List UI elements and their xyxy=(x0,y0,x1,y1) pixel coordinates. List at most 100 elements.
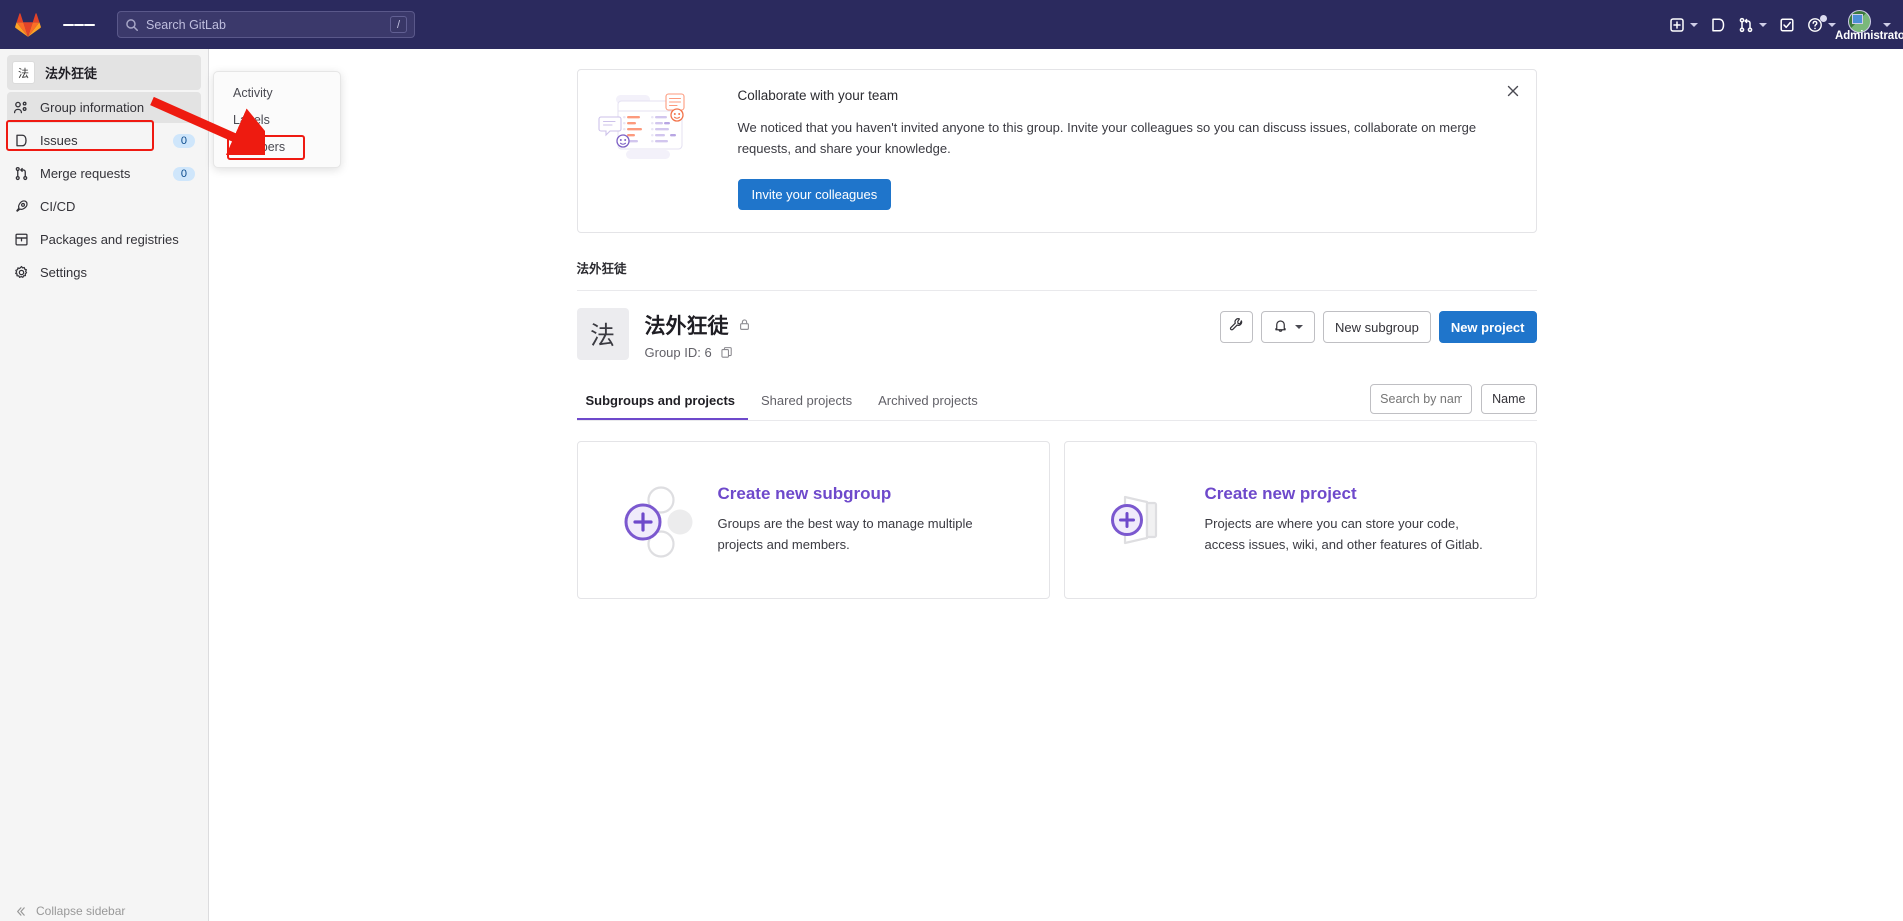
avatar: Administrato xyxy=(1835,9,1903,42)
flyout-item-members[interactable]: Members xyxy=(214,133,340,160)
breadcrumb[interactable]: 法外狂徒 xyxy=(577,258,1537,290)
close-icon[interactable] xyxy=(1504,82,1522,100)
sidebar-item-label: Merge requests xyxy=(40,166,131,181)
flyout-item-labels[interactable]: Labels xyxy=(214,106,340,133)
wrench-icon xyxy=(1229,318,1244,336)
chevron-down-icon xyxy=(1828,22,1836,27)
chevron-down-icon xyxy=(1759,22,1767,27)
tab-shared-projects[interactable]: Shared projects xyxy=(748,385,865,419)
collapse-sidebar-button[interactable]: Collapse sidebar xyxy=(0,903,208,919)
help-notification-badge xyxy=(1820,14,1827,22)
issues-count-badge: 0 xyxy=(172,133,195,148)
empty-state-cards: Create new subgroup Groups are the best … xyxy=(576,441,1537,600)
create-new-subgroup-card[interactable]: Create new subgroup Groups are the best … xyxy=(576,441,1050,600)
merge-requests-count-badge: 0 xyxy=(172,166,195,181)
page-title: 法外狂徒 xyxy=(644,315,729,339)
tab-subgroups-and-projects[interactable]: Subgroups and projects xyxy=(576,385,749,421)
sidebar-item-issues[interactable]: Issues 0 xyxy=(7,125,201,156)
rocket-icon xyxy=(13,199,29,215)
group-header-actions: New subgroup New project xyxy=(1219,308,1537,344)
card-title: Create new subgroup xyxy=(717,484,892,504)
main-content-area: Collaborate with your team We noticed th… xyxy=(210,49,1903,921)
group-info-icon xyxy=(13,100,29,116)
sort-label: Name xyxy=(1492,392,1526,407)
sidebar-item-group-information[interactable]: Group information xyxy=(7,92,201,123)
chevron-double-left-icon xyxy=(14,905,27,918)
todos-nav[interactable] xyxy=(1774,8,1800,42)
sidebar-item-label: Settings xyxy=(40,265,87,280)
flyout-item-label: Members xyxy=(233,139,286,154)
user-name-label: Administrato xyxy=(1835,29,1903,42)
group-title-row: 法外狂徒 xyxy=(645,310,752,340)
invite-colleagues-button[interactable]: Invite your colleagues xyxy=(737,179,892,211)
sidebar-item-ci-cd[interactable]: CI/CD xyxy=(7,191,201,222)
card-title: Create new project xyxy=(1204,484,1357,504)
group-avatar: 法 xyxy=(576,308,629,361)
sidebar-item-merge-requests[interactable]: Merge requests 0 xyxy=(7,158,201,189)
banner-body: Collaborate with your team We noticed th… xyxy=(737,88,1516,211)
banner-title: Collaborate with your team xyxy=(737,88,899,103)
sidebar-item-label: CI/CD xyxy=(40,199,76,214)
sidebar-item-label: Group information xyxy=(40,100,145,115)
chevron-down-icon xyxy=(1883,22,1891,27)
chevron-down-icon xyxy=(1690,22,1698,27)
new-subgroup-button[interactable]: New subgroup xyxy=(1322,311,1431,344)
lock-icon xyxy=(738,318,752,332)
create-new-menu[interactable] xyxy=(1664,8,1703,42)
sidebar-group-header[interactable]: 法 法外狂徒 xyxy=(7,55,201,90)
flyout-item-activity[interactable]: Activity xyxy=(214,79,340,106)
card-body: Create new project Projects are where yo… xyxy=(1205,484,1502,556)
search-by-name-input[interactable] xyxy=(1370,384,1473,415)
package-icon xyxy=(13,232,29,248)
group-id-row: Group ID: 6 xyxy=(645,345,752,360)
sort-dropdown[interactable]: Name xyxy=(1481,384,1537,415)
search-shortcut-key: / xyxy=(390,16,407,33)
group-information-flyout-menu: Activity Labels Members xyxy=(213,71,341,168)
notification-settings-dropdown[interactable] xyxy=(1260,311,1315,344)
card-description: Groups are the best way to manage multip… xyxy=(717,516,973,553)
user-menu[interactable]: Administrato xyxy=(1835,8,1903,42)
group-header-info: 法外狂徒 Group ID: 6 xyxy=(645,308,752,360)
card-description: Projects are where you can store your co… xyxy=(1204,516,1483,553)
top-navigation-bar: Search GitLab / Administrato xyxy=(0,0,1903,49)
collapse-sidebar-label: Collapse sidebar xyxy=(36,904,126,918)
group-id-label: Group ID: 6 xyxy=(644,345,712,361)
card-body: Create new subgroup Groups are the best … xyxy=(718,484,1015,556)
chevron-down-icon xyxy=(1294,325,1303,330)
subgroup-nodes-plus-illustration xyxy=(612,481,704,559)
tab-label: Shared projects xyxy=(761,393,853,409)
merge-request-icon xyxy=(13,166,29,182)
top-nav-actions: Administrato xyxy=(1663,0,1903,49)
tab-label: Subgroups and projects xyxy=(585,393,736,409)
gear-icon xyxy=(13,265,29,281)
sidebar-item-settings[interactable]: Settings xyxy=(7,257,201,288)
search-icon xyxy=(125,18,139,32)
filter-controls: Name xyxy=(1370,384,1537,420)
team-collaboration-illustration xyxy=(597,88,701,210)
new-project-button[interactable]: New project xyxy=(1438,311,1537,344)
hamburger-menu-icon[interactable] xyxy=(63,9,96,41)
banner-description: We noticed that you haven't invited anyo… xyxy=(737,120,1477,157)
tab-archived-projects[interactable]: Archived projects xyxy=(865,385,991,419)
create-new-project-card[interactable]: Create new project Projects are where yo… xyxy=(1063,441,1537,600)
copy-to-clipboard-icon[interactable] xyxy=(720,346,734,360)
gitlab-logo-icon[interactable] xyxy=(13,10,43,40)
sidebar-item-packages-and-registries[interactable]: Packages and registries xyxy=(7,224,201,255)
issues-icon xyxy=(13,133,29,149)
sidebar-group-name: 法外狂徒 xyxy=(45,66,98,81)
invite-colleagues-banner: Collaborate with your team We noticed th… xyxy=(576,69,1537,234)
group-settings-button[interactable] xyxy=(1219,311,1253,344)
search-input[interactable]: Search GitLab / xyxy=(117,11,415,38)
content-tabs: Subgroups and projects Shared projects A… xyxy=(576,384,1537,422)
group-header: 法 法外狂徒 Group ID: 6 New subgroup New proj… xyxy=(576,290,1537,361)
tab-label: Archived projects xyxy=(878,393,978,409)
merge-requests-nav[interactable] xyxy=(1733,8,1772,42)
issues-nav[interactable] xyxy=(1705,8,1731,42)
bell-icon xyxy=(1273,318,1288,336)
left-sidebar: 法 法外狂徒 Group information Issues 0 Merge … xyxy=(0,49,209,921)
group-avatar: 法 xyxy=(12,61,35,84)
search-placeholder-text: Search GitLab xyxy=(146,17,226,32)
flyout-item-label: Activity xyxy=(233,85,273,100)
sidebar-item-label: Issues xyxy=(40,133,78,148)
flyout-item-label: Labels xyxy=(233,112,270,127)
